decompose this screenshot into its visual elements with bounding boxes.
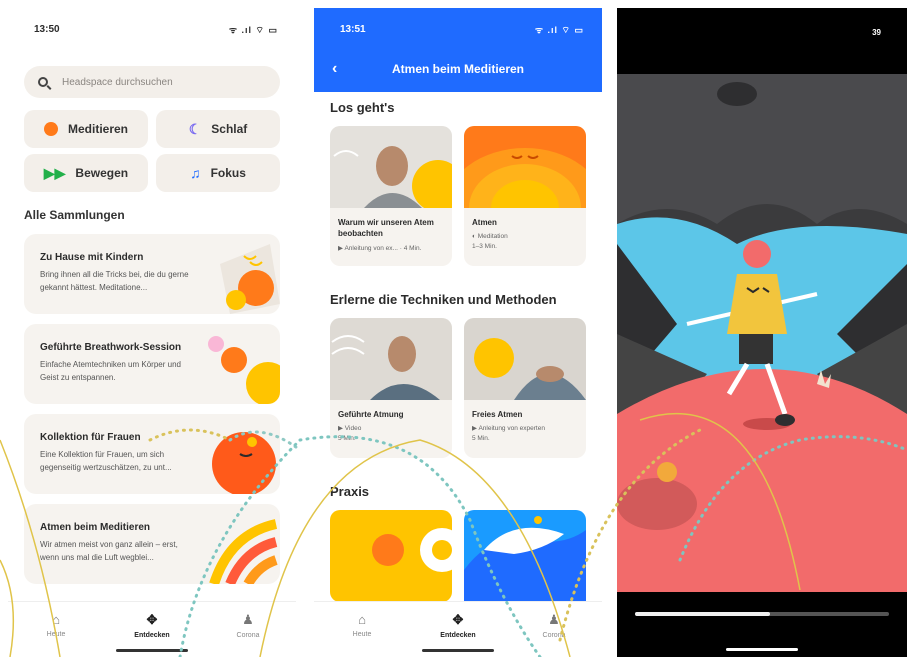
collection-illustration — [208, 336, 280, 404]
tab-entdecken[interactable]: ✥ Entdecken — [428, 612, 488, 639]
status-icons: ᯤ .ıl ⌔ ▭ — [534, 24, 584, 35]
status-time: 13:50 — [34, 23, 60, 35]
collection-illustration — [220, 244, 280, 314]
collection-card[interactable]: Geführte Breathwork-Session Einfache Ate… — [24, 324, 280, 404]
home-icon: ⌂ — [52, 612, 60, 627]
search-icon — [38, 77, 48, 87]
tab-label: Entdecken — [134, 632, 170, 639]
explore-icon: ✥ — [452, 612, 464, 627]
tab-entdecken[interactable]: ✥ Entdecken — [122, 612, 182, 639]
status-icons: ᯤ .ıl ⌔ ▭ — [228, 24, 278, 35]
card-title: Warum wir unseren Atem beobachten — [338, 218, 434, 238]
content-card[interactable]: Warum wir unseren Atem beobachten ▶ Anle… — [330, 126, 452, 266]
card-meta: ▶ Anleitung von experten — [472, 425, 545, 432]
card-meta: ◐ Meditation — [472, 233, 508, 240]
video-progress-bar[interactable] — [635, 612, 889, 616]
collection-title: Geführte Breathwork-Session — [40, 342, 182, 353]
praxis-card-thumbnail[interactable] — [464, 510, 586, 602]
home-indicator — [726, 648, 798, 651]
discover-screen: 13:50 ᯤ .ıl ⌔ ▭ Headspace durchsuchen Me… — [8, 8, 296, 657]
category-label: Bewegen — [75, 166, 129, 180]
status-bar: 13:51 ᯤ .ıl ⌔ ▭ — [314, 8, 602, 50]
search-input[interactable]: Headspace durchsuchen — [24, 66, 280, 98]
tab-bar: ⌂ Heute ✥ Entdecken ♟ Corona — [8, 601, 296, 657]
tab-corona[interactable]: ♟ Corona — [218, 612, 278, 639]
content-card[interactable]: Freies Atmen ▶ Anleitung von experten 5 … — [464, 318, 586, 458]
moon-icon: ☾ — [188, 120, 202, 137]
meditation-thumbnail — [464, 126, 586, 266]
home-indicator — [422, 649, 494, 652]
collection-card[interactable]: Kollektion für Frauen Eine Kollektion fü… — [24, 414, 280, 494]
collection-title: Atmen beim Meditieren — [40, 522, 151, 533]
collection-title: Kollektion für Frauen — [40, 432, 141, 443]
category-fokus-button[interactable]: ♫ Fokus — [156, 154, 280, 192]
tab-corona[interactable]: ♟ Corona — [524, 612, 584, 639]
tab-heute[interactable]: ⌂ Heute — [332, 612, 392, 638]
video-thumbnail — [330, 318, 452, 400]
home-icon: ⌂ — [358, 612, 366, 627]
card-title: Atmen — [472, 218, 497, 227]
status-time: 13:51 — [340, 23, 366, 35]
category-bewegen-button[interactable]: ▶▶ Bewegen — [24, 154, 148, 192]
tab-label: Corona — [542, 632, 566, 639]
card-meta: ▶ Anleitung von ex... · 4 Min. — [338, 245, 422, 252]
music-note-icon: ♫ — [190, 165, 201, 181]
category-meditieren-button[interactable]: Meditieren — [24, 110, 148, 148]
video-thumbnail — [464, 318, 586, 400]
collection-description: Bring ihnen all die Tricks bei, die du g… — [40, 270, 189, 292]
content-card[interactable]: Geführte Atmung ▶ Video 5 Min. — [330, 318, 452, 458]
tab-label: Heute — [46, 631, 66, 638]
tab-label: Entdecken — [440, 632, 476, 639]
status-bar: 13:50 ᯤ .ıl ⌔ ▭ — [8, 8, 296, 50]
tab-bar: ⌂ Heute ✥ Entdecken ♟ Corona — [314, 601, 602, 657]
section-title: Erlerne die Techniken und Methoden — [330, 292, 557, 307]
animation-scene[interactable] — [617, 74, 907, 592]
category-schlaf-button[interactable]: ☾ Schlaf — [156, 110, 280, 148]
section-title: Los geht's — [330, 100, 395, 115]
page-title: Atmen beim Meditieren — [391, 62, 525, 76]
collection-illustration — [212, 432, 276, 494]
section-title: Alle Sammlungen — [24, 208, 125, 222]
tab-heute[interactable]: ⌂ Heute — [26, 612, 86, 638]
video-player-screen: 39 — [617, 8, 907, 657]
person-icon: ♟ — [242, 612, 254, 627]
praxis-card-thumbnail[interactable] — [330, 510, 452, 602]
tab-label: Heute — [352, 631, 372, 638]
card-duration: 5 Min. — [472, 435, 490, 442]
collection-description: Eine Kollektion für Frauen, um sich gege… — [40, 450, 172, 472]
search-placeholder: Headspace durchsuchen — [62, 76, 173, 88]
card-title: Geführte Atmung — [338, 410, 404, 419]
collection-illustration — [209, 519, 278, 584]
card-duration: 1–3 Min. — [472, 243, 497, 250]
category-label: Schlaf — [211, 122, 248, 136]
collection-detail-screen: 13:51 ᯤ .ıl ⌔ ▭ ‹ Atmen beim Meditieren … — [314, 8, 602, 657]
home-indicator — [116, 649, 188, 652]
tab-label: Corona — [236, 632, 260, 639]
card-title: Freies Atmen — [472, 410, 523, 419]
card-meta: ▶ Video — [338, 425, 362, 432]
category-label: Fokus — [210, 166, 246, 180]
explore-icon: ✥ — [146, 612, 158, 627]
collection-title: Zu Hause mit Kindern — [40, 252, 144, 263]
collection-card[interactable]: Zu Hause mit Kindern Bring ihnen all die… — [24, 234, 280, 314]
orange-dot-icon — [43, 122, 58, 136]
fast-forward-icon: ▶▶ — [43, 164, 66, 181]
status-number: 39 — [872, 28, 881, 37]
collection-card[interactable]: Atmen beim Meditieren Wir atmen meist vo… — [24, 504, 280, 584]
header-bar: 13:51 ᯤ .ıl ⌔ ▭ ‹ Atmen beim Meditieren — [314, 8, 602, 92]
section-title: Praxis — [330, 484, 370, 499]
video-progress-fill — [635, 612, 770, 616]
category-label: Meditieren — [67, 122, 128, 136]
collection-description: Einfache Atemtechniken um Körper und Gei… — [40, 360, 181, 382]
person-icon: ♟ — [548, 612, 560, 627]
collection-description: Wir atmen meist von ganz allein – erst, … — [40, 540, 178, 562]
video-thumbnail — [330, 126, 452, 212]
card-duration: 5 Min. — [338, 435, 356, 442]
content-card[interactable]: Atmen ◐ Meditation 1–3 Min. — [464, 126, 586, 266]
